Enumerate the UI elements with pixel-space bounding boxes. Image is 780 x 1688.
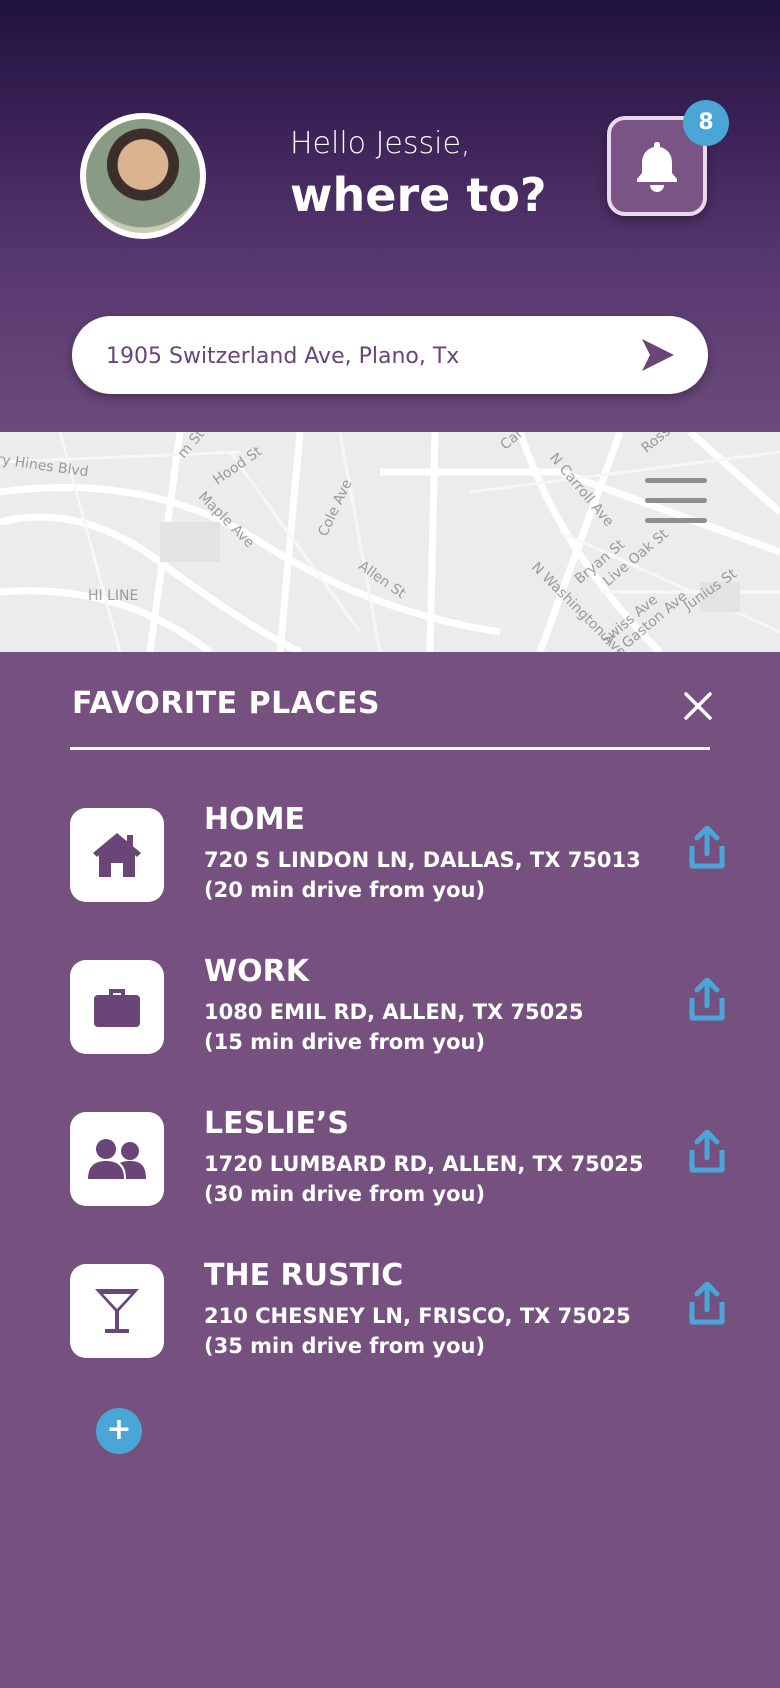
place-drive-time: (30 min drive from you) bbox=[204, 1182, 486, 1206]
map-label: HI LINE bbox=[88, 588, 139, 604]
place-name: THE RUSTIC bbox=[204, 1258, 404, 1293]
place-name: HOME bbox=[204, 802, 305, 837]
share-icon[interactable] bbox=[688, 1130, 726, 1174]
notification-count-badge: 8 bbox=[683, 100, 729, 146]
greeting-question: where to? bbox=[290, 168, 547, 222]
avatar-photo bbox=[86, 119, 200, 233]
plus-icon: + bbox=[106, 1412, 132, 1447]
menu-line bbox=[645, 498, 707, 503]
place-address: 720 S LINDON LN, DALLAS, TX 75013 bbox=[204, 848, 641, 872]
favorite-place-leslies[interactable]: LESLIE’S 1720 LUMBARD RD, ALLEN, TX 7502… bbox=[70, 1106, 750, 1212]
destination-input[interactable] bbox=[104, 334, 628, 378]
place-drive-time: (15 min drive from you) bbox=[204, 1030, 486, 1054]
place-name: WORK bbox=[204, 954, 309, 989]
close-icon[interactable] bbox=[682, 690, 714, 722]
avatar[interactable] bbox=[80, 113, 206, 239]
place-name: LESLIE’S bbox=[204, 1106, 349, 1141]
share-icon[interactable] bbox=[688, 826, 726, 870]
share-icon[interactable] bbox=[688, 1282, 726, 1326]
place-icon-tile bbox=[70, 808, 164, 902]
place-address: 1080 EMIL RD, ALLEN, TX 75025 bbox=[204, 1000, 584, 1024]
favorites-title: FAVORITE PLACES bbox=[72, 686, 381, 721]
place-drive-time: (20 min drive from you) bbox=[204, 878, 486, 902]
send-arrow-icon[interactable] bbox=[640, 337, 676, 373]
place-drive-time: (35 min drive from you) bbox=[204, 1334, 486, 1358]
place-address: 1720 LUMBARD RD, ALLEN, TX 75025 bbox=[204, 1152, 644, 1176]
menu-icon[interactable] bbox=[645, 478, 709, 524]
header: Hello Jessie, where to? 8 bbox=[0, 0, 780, 432]
bell-icon bbox=[637, 142, 677, 192]
divider bbox=[70, 747, 710, 750]
favorite-place-work[interactable]: WORK 1080 EMIL RD, ALLEN, TX 75025 (15 m… bbox=[70, 954, 750, 1060]
map[interactable]: ry Hines Blvd Hood St Maple Ave Cole Ave… bbox=[0, 432, 780, 652]
place-icon-tile bbox=[70, 1112, 164, 1206]
add-place-button[interactable]: + bbox=[96, 1408, 142, 1454]
house-icon bbox=[93, 833, 141, 877]
favorite-place-home[interactable]: HOME 720 S LINDON LN, DALLAS, TX 75013 (… bbox=[70, 802, 750, 908]
people-icon bbox=[88, 1139, 146, 1179]
place-icon-tile bbox=[70, 960, 164, 1054]
favorite-place-the-rustic[interactable]: THE RUSTIC 210 CHESNEY LN, FRISCO, TX 75… bbox=[70, 1258, 750, 1364]
menu-line bbox=[645, 478, 707, 483]
greeting-hello: Hello Jessie, bbox=[290, 126, 471, 161]
destination-search bbox=[72, 316, 708, 394]
cocktail-icon bbox=[95, 1289, 139, 1333]
briefcase-icon bbox=[94, 989, 140, 1027]
menu-line bbox=[645, 518, 707, 523]
place-address: 210 CHESNEY LN, FRISCO, TX 75025 bbox=[204, 1304, 631, 1328]
place-icon-tile bbox=[70, 1264, 164, 1358]
share-icon[interactable] bbox=[688, 978, 726, 1022]
